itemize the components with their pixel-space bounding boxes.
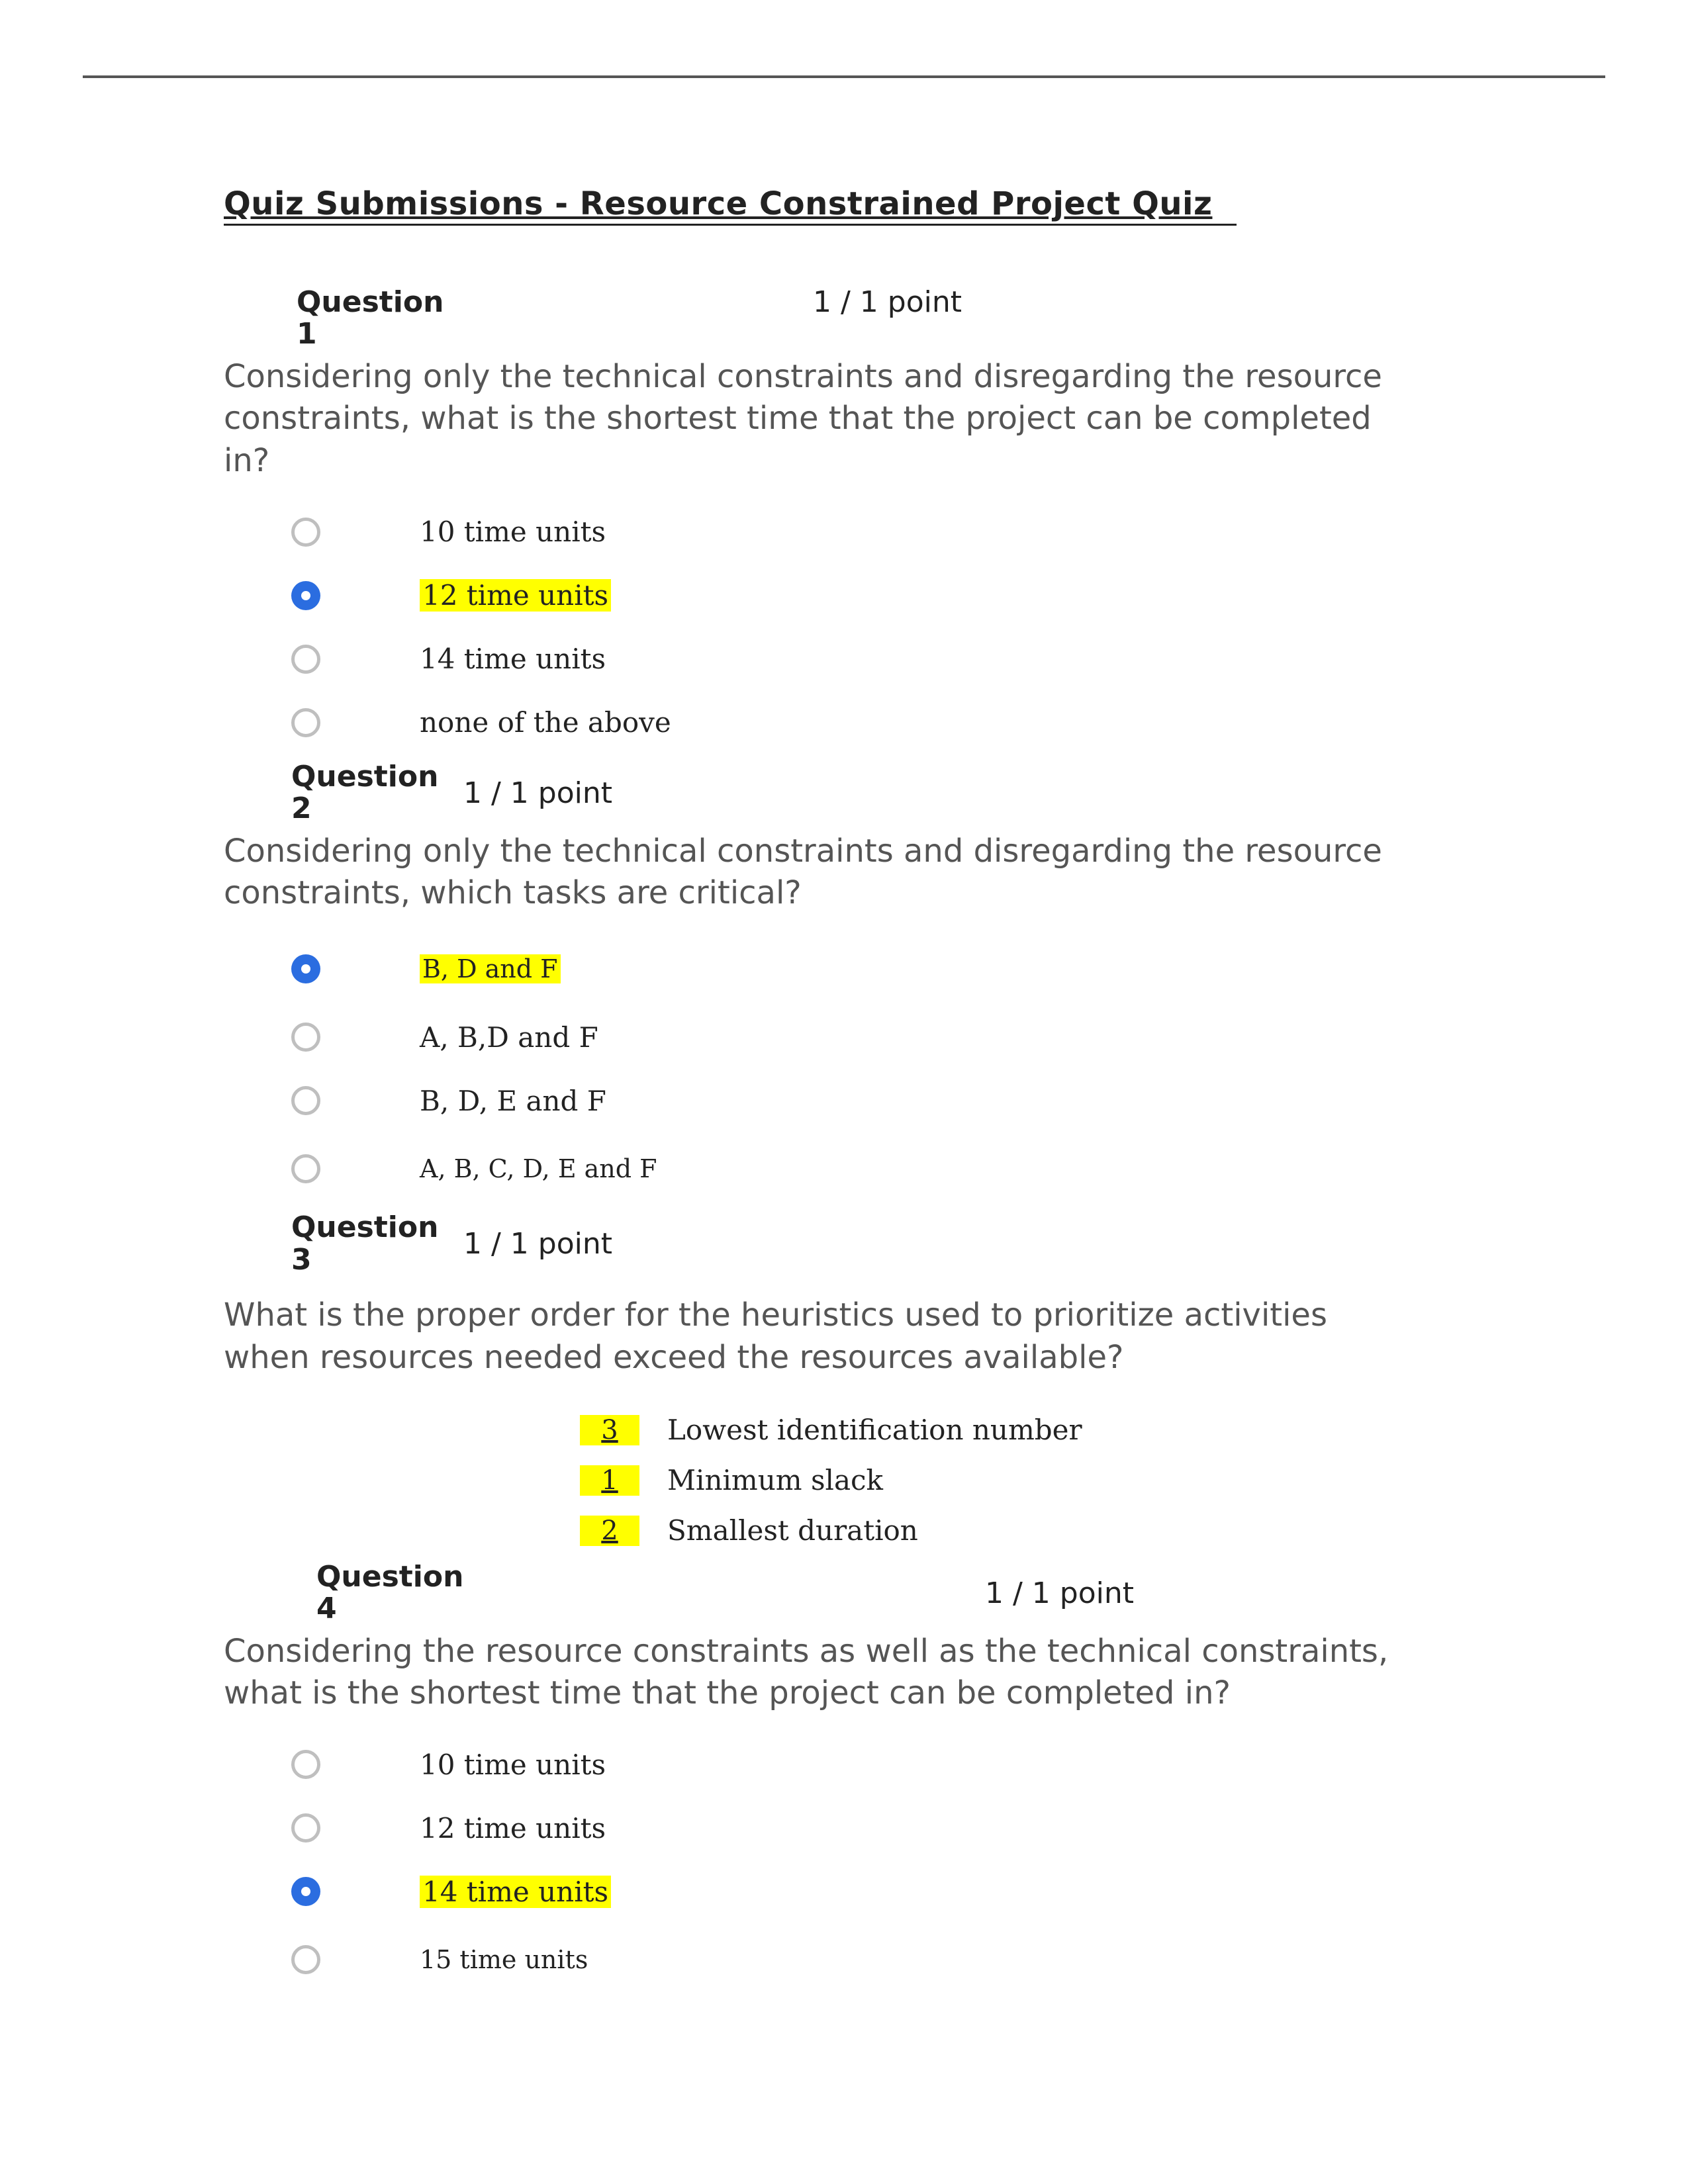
order-row: 1 Minimum slack	[316, 1455, 1468, 1506]
order-text: Smallest duration	[667, 1514, 918, 1547]
order-row: 3 Lowest identification number	[316, 1405, 1468, 1455]
q4-option[interactable]: 12 time units	[291, 1796, 1468, 1860]
q3-points: 1 / 1 point	[463, 1227, 612, 1261]
option-label: A, B, C, D, E and F	[420, 1154, 657, 1183]
q3-label: Question 3	[291, 1212, 444, 1276]
q4-label: Question 4	[316, 1561, 469, 1625]
radio-unselected-icon[interactable]	[291, 518, 320, 547]
q1-header: Question 1 1 / 1 point	[224, 285, 1468, 351]
q4-header: Question 4 1 / 1 point	[316, 1561, 1468, 1625]
q1-option[interactable]: none of the above	[291, 691, 1468, 754]
option-label: 14 time units	[420, 1876, 611, 1908]
q1-option[interactable]: 10 time units	[291, 500, 1468, 564]
q2-options: B, D and F A, B,D and F B, D, E and F A,…	[291, 933, 1468, 1205]
option-label: 14 time units	[420, 643, 606, 675]
radio-unselected-icon[interactable]	[291, 1813, 320, 1843]
q2-points: 1 / 1 point	[463, 776, 612, 810]
q4-options: 10 time units 12 time units 14 time unit…	[291, 1733, 1468, 1996]
quiz-page: Quiz Submissions - Resource Constrained …	[0, 0, 1688, 2184]
option-label: A, B,D and F	[420, 1021, 598, 1054]
order-row: 2 Smallest duration	[316, 1506, 1468, 1556]
radio-unselected-icon[interactable]	[291, 1023, 320, 1052]
option-label: B, D and F	[420, 954, 561, 983]
radio-selected-icon[interactable]	[291, 954, 320, 983]
content: Quiz Submissions - Resource Constrained …	[224, 185, 1468, 1996]
radio-selected-icon[interactable]	[291, 581, 320, 610]
option-label: 15 time units	[420, 1945, 588, 1974]
q2-text: Considering only the technical constrain…	[224, 831, 1389, 915]
q2-header: Question 2 1 / 1 point	[291, 761, 1468, 825]
order-text: Minimum slack	[667, 1464, 883, 1496]
q3-text: What is the proper order for the heurist…	[224, 1295, 1389, 1379]
q4-points: 1 / 1 point	[985, 1576, 1134, 1610]
option-label: 10 time units	[420, 516, 606, 548]
order-number: 2	[580, 1516, 639, 1546]
q1-options: 10 time units 12 time units 14 time unit…	[291, 500, 1468, 754]
radio-unselected-icon[interactable]	[291, 1154, 320, 1183]
q1-option[interactable]: 12 time units	[291, 564, 1468, 627]
top-rule	[83, 75, 1605, 78]
radio-unselected-icon[interactable]	[291, 1750, 320, 1779]
highlighted-answer: B, D and F	[420, 954, 561, 983]
radio-unselected-icon[interactable]	[291, 1945, 320, 1974]
page-title: Quiz Submissions - Resource Constrained …	[224, 185, 1237, 226]
option-label: 12 time units	[420, 1812, 606, 1844]
q2-option[interactable]: A, B, C, D, E and F	[291, 1132, 1468, 1205]
q2-label: Question 2	[291, 761, 444, 825]
radio-unselected-icon[interactable]	[291, 645, 320, 674]
order-text: Lowest identification number	[667, 1414, 1082, 1446]
option-label: none of the above	[420, 706, 671, 739]
q4-option[interactable]: 14 time units	[291, 1860, 1468, 1923]
radio-selected-icon[interactable]	[291, 1877, 320, 1906]
q4-option[interactable]: 10 time units	[291, 1733, 1468, 1796]
order-number: 1	[580, 1465, 639, 1496]
q2-option[interactable]: B, D and F	[291, 933, 1468, 1005]
q1-text: Considering only the technical constrain…	[224, 356, 1389, 482]
option-label: 12 time units	[420, 579, 611, 612]
option-label: B, D, E and F	[420, 1085, 606, 1117]
highlighted-answer: 12 time units	[420, 579, 611, 612]
q1-option[interactable]: 14 time units	[291, 627, 1468, 691]
q1-points: 1 / 1 point	[813, 285, 962, 319]
q2-option[interactable]: A, B,D and F	[291, 1005, 1468, 1069]
q1-label: Question 1	[297, 287, 449, 351]
q3-header: Question 3 1 / 1 point	[291, 1212, 1468, 1276]
order-number: 3	[580, 1415, 639, 1445]
radio-unselected-icon[interactable]	[291, 708, 320, 737]
q4-text: Considering the resource constraints as …	[224, 1631, 1389, 1715]
highlighted-answer: 14 time units	[420, 1876, 611, 1908]
q3-ordering: 3 Lowest identification number 1 Minimum…	[316, 1405, 1468, 1556]
q4-option[interactable]: 15 time units	[291, 1923, 1468, 1996]
q2-option[interactable]: B, D, E and F	[291, 1069, 1468, 1132]
radio-unselected-icon[interactable]	[291, 1086, 320, 1115]
option-label: 10 time units	[420, 1749, 606, 1781]
